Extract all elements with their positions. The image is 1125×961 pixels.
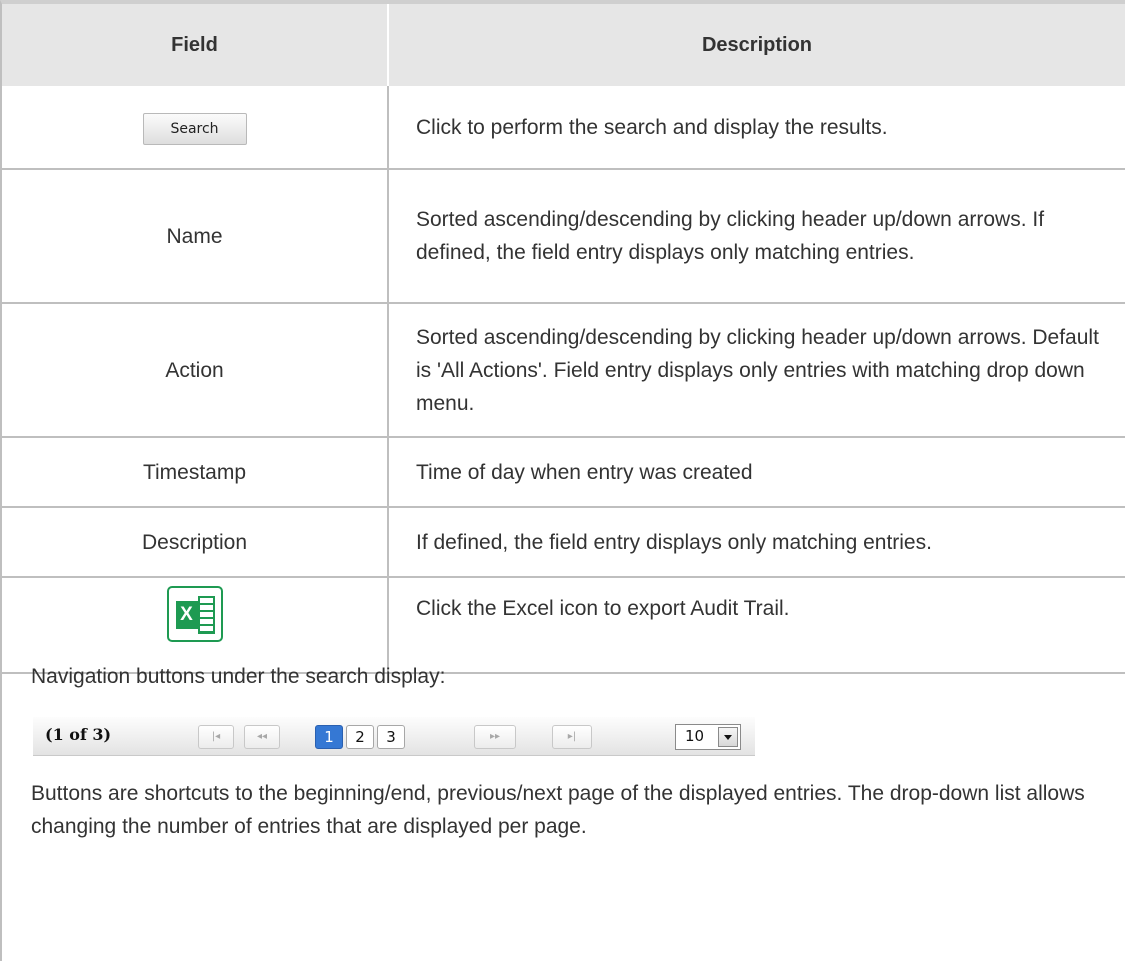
page-3-button[interactable]: 3 (377, 725, 405, 749)
description-cell: Sorted ascending/descending by clicking … (388, 169, 1125, 304)
first-page-button[interactable]: |◂ (198, 725, 234, 749)
navigation-note: Navigation buttons under the search disp… (2, 646, 1125, 961)
header-description: Description (388, 4, 1125, 86)
description-cell: Time of day when entry was created (388, 437, 1125, 508)
table-row: Action Sorted ascending/descending by cl… (2, 303, 1125, 438)
description-cell: Click to perform the search and display … (388, 86, 1125, 170)
header-field: Field (2, 4, 389, 86)
navigation-explanation: Buttons are shortcuts to the beginning/e… (31, 782, 1085, 838)
chevron-down-icon[interactable] (718, 727, 738, 747)
page-1-button[interactable]: 1 (315, 725, 343, 749)
description-cell: If defined, the field entry displays onl… (388, 507, 1125, 578)
field-cell: Search (2, 86, 389, 170)
previous-page-button[interactable]: ◂◂ (244, 725, 280, 749)
rows-per-page-value: 10 (685, 727, 705, 745)
excel-icon-letter: X (175, 601, 198, 629)
excel-icon-grid (197, 596, 215, 634)
table-row: Search Click to perform the search and d… (2, 86, 1125, 170)
description-cell: Sorted ascending/descending by clicking … (388, 303, 1125, 438)
field-cell: Timestamp (2, 437, 389, 508)
table-row: Description If defined, the field entry … (2, 507, 1125, 578)
table-header-row: Field Description (2, 4, 1125, 86)
page-2-button[interactable]: 2 (346, 725, 374, 749)
next-page-button[interactable]: ▸▸ (474, 725, 516, 749)
excel-icon[interactable]: X (166, 586, 223, 642)
table-row: Name Sorted ascending/descending by clic… (2, 169, 1125, 304)
last-page-button[interactable]: ▸| (552, 725, 592, 749)
search-button[interactable]: Search (142, 112, 247, 145)
page-status: (1 of 3) (45, 725, 112, 744)
navigation-lead-text: Navigation buttons under the search disp… (31, 665, 446, 688)
pagination-bar: (1 of 3) |◂ ◂◂ 1 2 3 ▸▸ ▸| 10 (33, 717, 755, 756)
field-cell: Name (2, 169, 389, 304)
field-cell: Description (2, 507, 389, 578)
field-description-table: Field Description Search Click to perfor… (2, 4, 1125, 674)
table-row: Timestamp Time of day when entry was cre… (2, 437, 1125, 508)
rows-per-page-select[interactable]: 10 (675, 724, 741, 750)
field-cell: Action (2, 303, 389, 438)
